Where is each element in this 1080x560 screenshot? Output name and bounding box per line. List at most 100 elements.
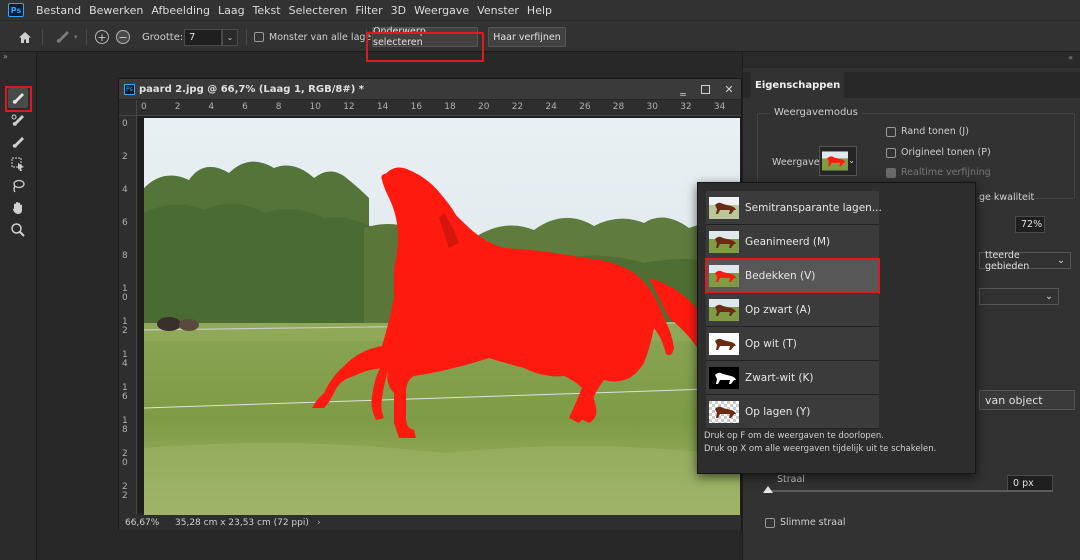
view-mode-title: Weergavemodus <box>770 107 862 118</box>
view-mode-option[interactable]: Op lagen (Y) <box>706 395 879 429</box>
menu-laag[interactable]: Laag <box>214 4 249 17</box>
view-mode-label: Op lagen (Y) <box>745 405 811 418</box>
popup-hint-cycle: Druk op F om de weergaven te doorlopen. <box>704 431 884 441</box>
output-object-field[interactable]: van object <box>979 390 1075 410</box>
menu-bewerken[interactable]: Bewerken <box>85 4 147 17</box>
view-dropdown[interactable]: ⌄ <box>819 146 857 176</box>
collapse-panel-icon[interactable]: « <box>1068 53 1073 62</box>
view-thumbnail <box>822 151 848 171</box>
realtime-refine-checkbox[interactable]: Realtime verfijning <box>886 167 991 178</box>
menu-bar: Ps Bestand Bewerken Afbeelding Laag Teks… <box>0 0 1080 20</box>
ruler-h-tick: 14 <box>376 102 389 112</box>
panel-header: « <box>743 52 1080 68</box>
view-mode-thumbnail <box>709 400 739 423</box>
ruler-v-tick: 1 0 <box>122 284 128 303</box>
document-tab[interactable]: Ps paard 2.jpg @ 66,7% (Laag 1, RGB/8#) … <box>119 79 741 99</box>
ruler-v-tick: 8 <box>122 251 128 261</box>
view-dropdown-chevron-icon: ⌄ <box>848 156 855 165</box>
ruler-v-tick: 1 2 <box>122 317 128 336</box>
view-mode-option[interactable]: Geanimeerd (M) <box>706 225 879 259</box>
menu-selecteren[interactable]: Selecteren <box>285 4 352 17</box>
home-icon[interactable] <box>18 21 34 53</box>
ruler-v-tick: 2 0 <box>122 449 128 468</box>
radius-input[interactable]: 0 px <box>1007 475 1053 491</box>
ruler-h-tick: 12 <box>343 102 355 112</box>
document-status-bar: 66,67% 35,28 cm x 23,53 cm (72 ppi) › <box>119 515 741 530</box>
hand-tool-icon[interactable] <box>8 198 28 218</box>
view-mode-thumbnail <box>709 332 739 355</box>
refine-hair-button[interactable]: Haar verfijnen <box>488 27 566 47</box>
maximize-icon[interactable] <box>695 79 715 99</box>
view-mode-option[interactable]: Bedekken (V) <box>705 258 880 294</box>
ruler-h-tick: 24 <box>545 102 557 112</box>
canvas-area[interactable] <box>138 116 741 516</box>
menu-afbeelding[interactable]: Afbeelding <box>147 4 214 17</box>
highlight-selected-view <box>705 258 880 294</box>
lasso-tool-icon[interactable] <box>8 176 28 196</box>
vertical-ruler: 0 2 4 6 8 1 0 1 2 1 4 1 6 1 8 2 0 2 2 <box>119 116 137 518</box>
size-input[interactable]: 7 <box>184 28 222 46</box>
tab-properties[interactable]: Eigenschappen <box>751 72 845 98</box>
radius-slider-track[interactable] <box>767 490 1053 492</box>
refine-edge-brush-icon[interactable] <box>8 110 28 130</box>
ruler-h-tick: 4 <box>208 102 215 112</box>
size-field-wrap: 7 ⌄ <box>184 21 238 53</box>
ruler-h-tick: 2 <box>174 102 181 112</box>
radius-slider-knob[interactable] <box>763 486 773 493</box>
object-selection-icon[interactable] <box>8 154 28 174</box>
photoshop-logo: Ps <box>8 3 24 17</box>
view-mode-popup: Semitransparante lagen... Geanimeerd (M) B… <box>697 182 976 474</box>
view-mode-label: Semitransparante lagen... <box>745 201 882 214</box>
close-icon[interactable]: ✕ <box>719 79 739 99</box>
view-mode-label: Geanimeerd (M) <box>745 235 831 248</box>
sample-all-layers-checkbox[interactable]: Monster van alle lagen <box>254 21 377 53</box>
ruler-corner <box>119 100 137 116</box>
view-mode-thumbnail <box>709 298 739 321</box>
ruler-h-tick: 18 <box>444 102 456 112</box>
subtract-from-selection-button[interactable]: − <box>116 21 130 53</box>
view-mode-label: Op wit (T) <box>745 337 797 350</box>
ruler-h-tick: 32 <box>680 102 692 112</box>
checkbox-icon <box>254 32 264 42</box>
menu-filter[interactable]: Filter <box>351 4 386 17</box>
object-label: van object <box>985 393 1043 407</box>
menu-bestand[interactable]: Bestand <box>32 4 85 17</box>
document-dimensions: 35,28 cm x 23,53 cm (72 ppi) <box>175 517 309 528</box>
view-mode-option[interactable]: Semitransparante lagen... <box>706 191 882 225</box>
ruler-h-tick: 28 <box>612 102 625 112</box>
panel-grip-icon[interactable]: » <box>0 52 36 64</box>
menu-venster[interactable]: Venster <box>473 4 523 17</box>
zoom-tool-icon[interactable] <box>8 220 28 240</box>
view-mode-option[interactable]: Zwart-wit (K) <box>706 361 879 395</box>
brush-tool-icon[interactable] <box>8 132 28 152</box>
popup-hint-disable: Druk op X om alle weergaven tijdelijk ui… <box>704 444 937 454</box>
menu-weergave[interactable]: Weergave <box>410 4 473 17</box>
show-original-checkbox[interactable]: Origineel tonen (P) <box>886 147 991 158</box>
color-dropdown[interactable]: ⌄ <box>979 288 1059 305</box>
sample-all-layers-label: Monster van alle lagen <box>269 31 378 43</box>
zoom-level[interactable]: 66,67% <box>119 517 159 528</box>
show-edge-checkbox[interactable]: Rand tonen (J) <box>886 126 969 137</box>
ruler-v-tick: 2 2 <box>122 482 128 501</box>
status-chevron-icon[interactable]: › <box>317 518 321 528</box>
view-mode-option[interactable]: Op wit (T) <box>706 327 879 361</box>
view-mode-label: Op zwart (A) <box>745 303 811 316</box>
opacity-input[interactable]: 72% <box>1015 216 1045 233</box>
minimize-icon[interactable]: ‗ <box>673 79 693 99</box>
menu-3d[interactable]: 3D <box>387 4 410 17</box>
menu-help[interactable]: Help <box>523 4 556 17</box>
ruler-h-tick: 16 <box>410 102 423 112</box>
highlight-select-subject <box>366 32 484 62</box>
ruler-h-tick: 8 <box>275 102 282 112</box>
view-mode-option[interactable]: Op zwart (A) <box>706 293 879 327</box>
menu-tekst[interactable]: Tekst <box>249 4 285 17</box>
horse-photo[interactable] <box>144 118 740 516</box>
smart-radius-checkbox[interactable]: Slimme straal <box>765 517 846 528</box>
ruler-v-tick: 1 4 <box>122 350 128 369</box>
overlay-option-dropdown[interactable]: tteerde gebieden ⌄ <box>979 250 1071 272</box>
tool-preset-brush-icon[interactable]: ▾ <box>54 21 80 53</box>
show-edge-label: Rand tonen (J) <box>901 126 969 137</box>
add-to-selection-button[interactable]: + <box>95 21 109 53</box>
ruler-v-tick: 6 <box>122 218 128 228</box>
size-dropdown-icon[interactable]: ⌄ <box>222 28 238 46</box>
